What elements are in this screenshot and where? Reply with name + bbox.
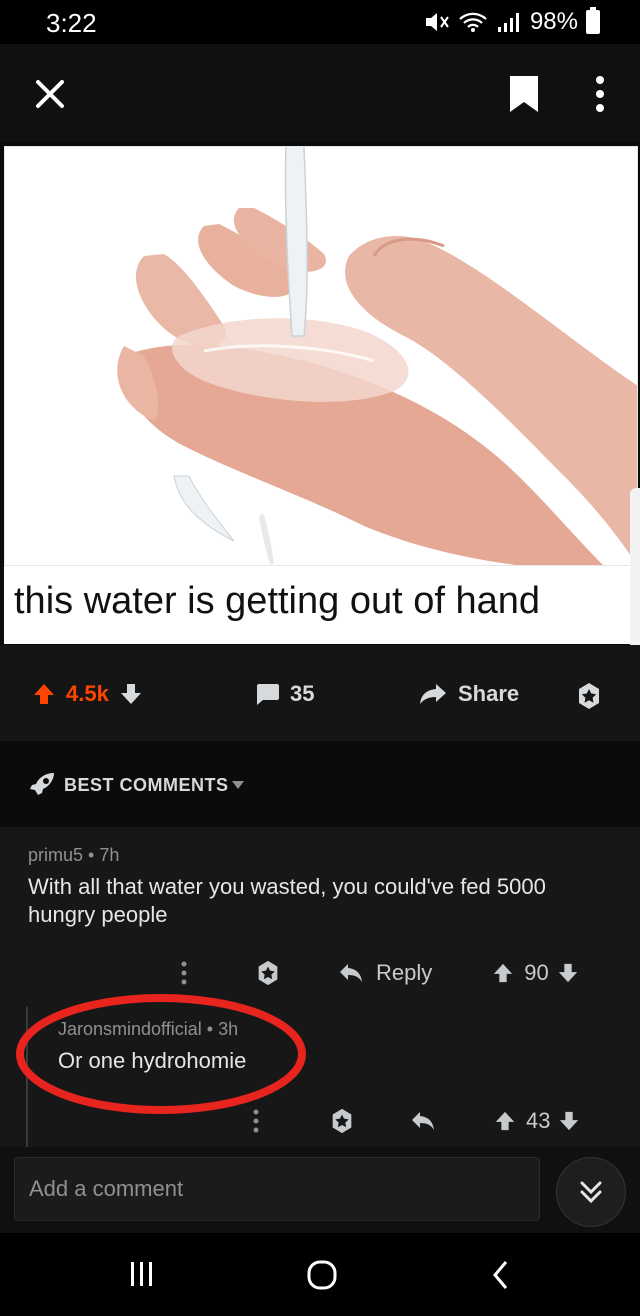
battery-icon (586, 7, 600, 34)
award-icon[interactable] (328, 1107, 356, 1135)
comment: primu5 • 7h With all that water you wast… (0, 827, 640, 1007)
comment-composer: Add a comment (0, 1147, 640, 1233)
award-icon[interactable] (254, 959, 282, 987)
more-icon[interactable] (588, 72, 612, 116)
reply-icon[interactable] (410, 1110, 436, 1132)
wifi-icon (459, 12, 487, 32)
upvote-icon[interactable] (492, 961, 514, 985)
battery-percent: 98% (529, 8, 578, 35)
back-icon[interactable] (490, 1259, 510, 1291)
mute-icon (425, 13, 449, 31)
system-nav-bar (0, 1233, 640, 1316)
close-icon[interactable] (30, 74, 70, 114)
rocket-icon (30, 773, 54, 795)
comments-button[interactable]: 35 (254, 681, 314, 707)
image-caption: this water is getting out of hand (14, 580, 540, 622)
cupped-hands-water-image (4, 146, 638, 566)
signal-icon (497, 13, 519, 32)
chevron-double-down-icon (580, 1181, 602, 1204)
status-icons: 98% (424, 7, 600, 36)
upvote-icon[interactable] (32, 682, 56, 706)
reply-button[interactable]: Reply (338, 960, 432, 986)
downvote-icon[interactable] (558, 1109, 580, 1133)
comment-count: 35 (290, 681, 315, 706)
comment-age: 7h (99, 845, 120, 865)
share-label: Share (458, 681, 520, 706)
bookmark-icon[interactable] (508, 74, 540, 114)
award-icon[interactable] (574, 681, 604, 711)
post-vote-group: 4.5k (32, 681, 143, 707)
comment-icon (257, 684, 279, 705)
upvote-icon[interactable] (494, 1109, 516, 1133)
comment-score: 43 (526, 1108, 551, 1133)
comment-body: With all that water you wasted, you coul… (28, 874, 546, 927)
add-comment-input[interactable]: Add a comment (14, 1157, 540, 1221)
next-comment-button[interactable] (556, 1157, 626, 1227)
top-app-bar (0, 44, 640, 142)
recents-icon[interactable] (128, 1259, 156, 1289)
post-score: 4.5k (66, 681, 109, 706)
post-actions: 4.5k 35 Share (0, 645, 640, 741)
comment-sort-bar[interactable]: BEST COMMENTS (0, 741, 640, 827)
comment-meta: primu5 • 7h (28, 845, 120, 865)
comment-score: 90 (524, 960, 549, 985)
post-image[interactable] (4, 146, 638, 644)
more-icon[interactable] (176, 959, 192, 987)
downvote-icon[interactable] (119, 682, 143, 706)
red-circle-annotation (16, 994, 306, 1114)
status-bar: 3:22 98% (0, 0, 640, 44)
comment-actions: Reply 90 (176, 959, 579, 987)
reply-label: Reply (376, 960, 433, 985)
sort-label: BEST COMMENTS (64, 775, 229, 795)
share-button[interactable]: Share (418, 681, 519, 707)
chevron-down-icon (232, 781, 244, 789)
comment-author[interactable]: primu5 (28, 845, 83, 865)
status-time: 3:22 (46, 8, 97, 38)
downvote-icon[interactable] (557, 961, 579, 985)
home-icon[interactable] (306, 1259, 338, 1291)
share-icon (420, 684, 446, 704)
reply-icon (340, 964, 362, 982)
